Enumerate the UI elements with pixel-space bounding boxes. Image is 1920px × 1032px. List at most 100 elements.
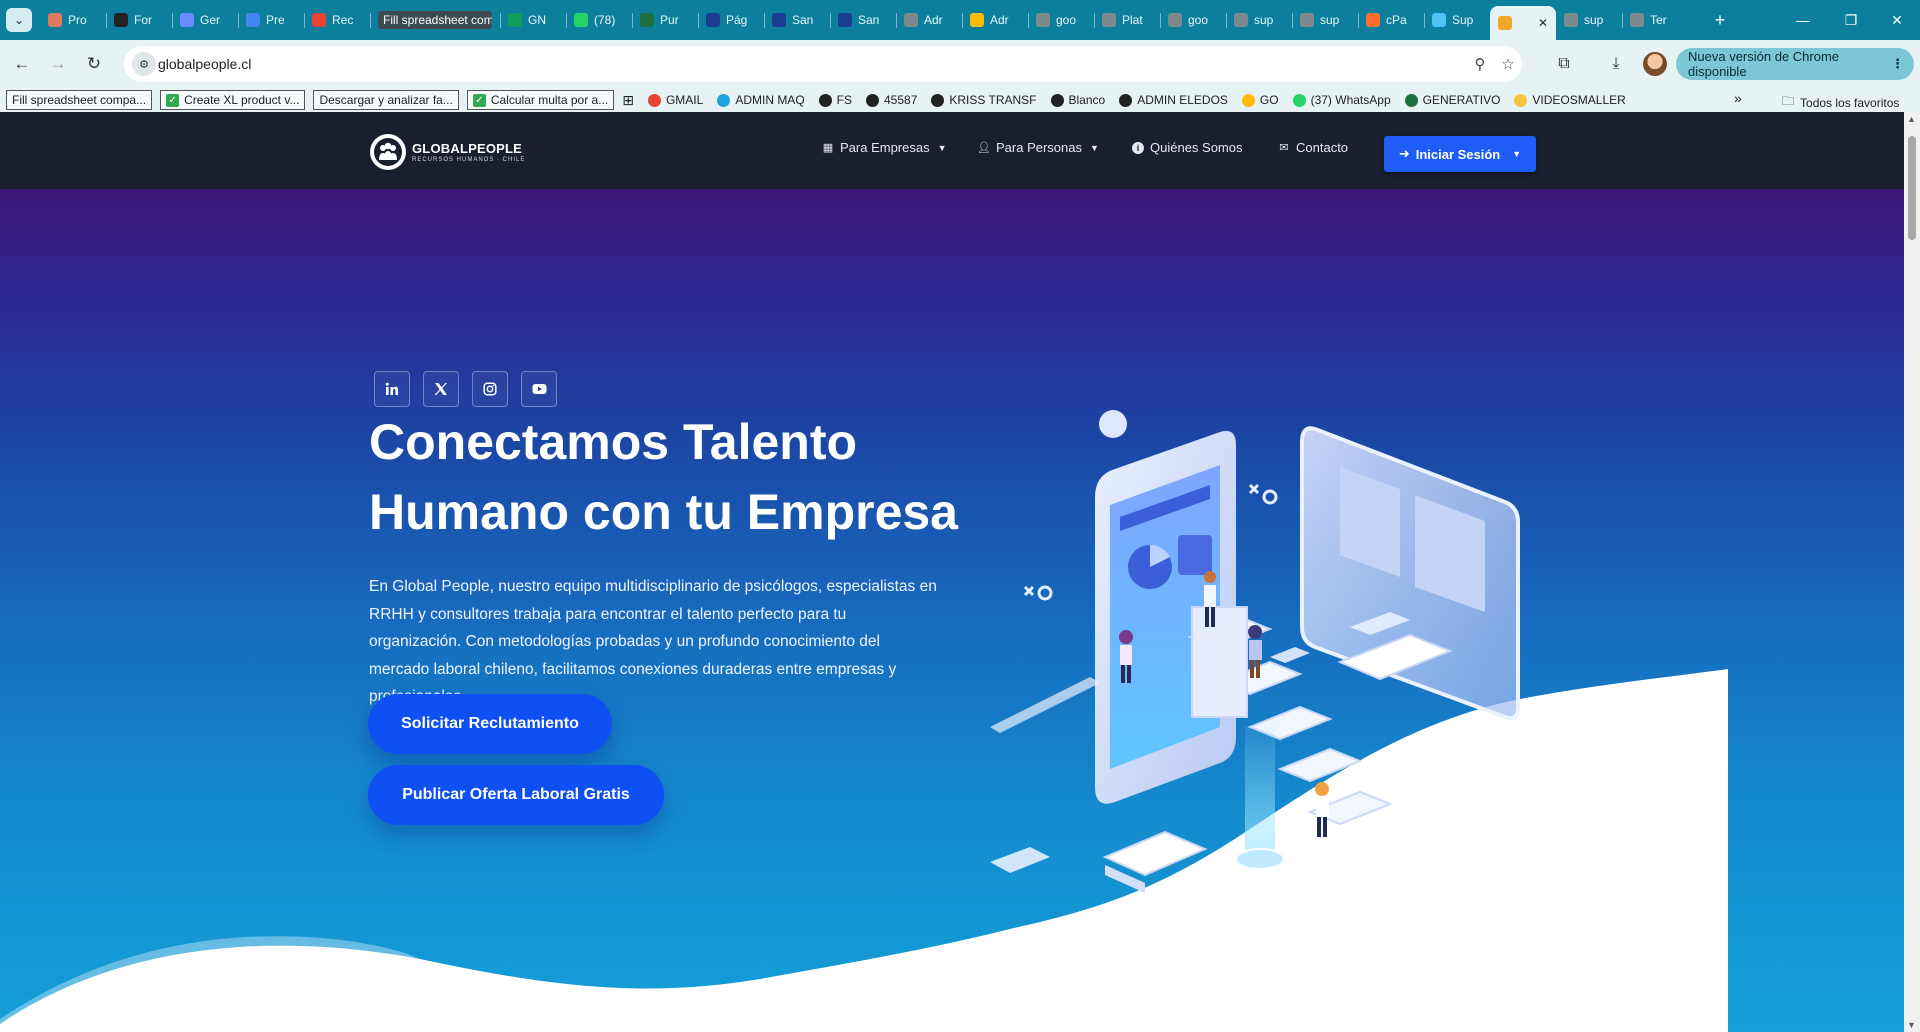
reload-button[interactable]: ↻: [80, 50, 108, 78]
tab-label: For: [134, 13, 152, 27]
tab-label: sup: [1254, 13, 1274, 27]
tab[interactable]: (78): [566, 6, 632, 34]
tab[interactable]: San: [764, 6, 830, 34]
scrollbar-thumb[interactable]: [1908, 136, 1916, 240]
tab[interactable]: Pur: [632, 6, 698, 34]
tab-label: goo: [1188, 13, 1209, 27]
tab[interactable]: Sup: [1424, 6, 1490, 34]
tab[interactable]: Ter: [1622, 6, 1688, 34]
bookmark-item[interactable]: GO: [1241, 90, 1279, 110]
tab-active[interactable]: ✕: [1490, 6, 1556, 40]
bookmark-label: GENERATIVO: [1422, 93, 1501, 107]
tab-label: Ter: [1650, 13, 1667, 27]
bookmark-item[interactable]: ✓ Create XL product v...: [160, 90, 306, 110]
bookmark-star-icon[interactable]: ☆: [1498, 54, 1518, 74]
tab[interactable]: Pág: [698, 6, 764, 34]
bookmark-item[interactable]: 45587: [866, 90, 917, 110]
new-tab-button[interactable]: +: [1706, 8, 1734, 32]
bookmark-item[interactable]: (37) WhatsApp: [1292, 90, 1391, 110]
tab[interactable]: sup: [1226, 6, 1292, 34]
browser-toolbar: ← → ↻ ⚙ globalpeople.cl ⚲ ☆ ⧉ ⤓ Nueva ve…: [0, 40, 1920, 88]
b-icon: [706, 13, 720, 27]
tab[interactable]: Fill spreadsheet comp: [370, 6, 500, 34]
url-text[interactable]: globalpeople.cl: [158, 56, 251, 72]
extensions-icon[interactable]: ⧉: [1552, 52, 1576, 76]
tab-search-button[interactable]: ⌄: [6, 8, 32, 32]
tab[interactable]: goo: [1160, 6, 1226, 34]
info-icon: i: [1132, 141, 1144, 154]
tab-list: Pro For Ger Pre Rec Fill spreadsheet comp GN (7…: [40, 6, 1688, 40]
bookmark-item[interactable]: GMAIL: [647, 90, 703, 110]
scroll-down-icon[interactable]: ▼: [1907, 1020, 1916, 1030]
more-menu-icon[interactable]: ⋮: [1891, 56, 1904, 72]
nav-contacto[interactable]: ✉ Contacto: [1278, 140, 1348, 155]
bookmark-item[interactable]: VIDEOSMALLER: [1514, 90, 1626, 110]
restore-button[interactable]: ❐: [1828, 0, 1874, 40]
bookmark-item[interactable]: Descargar y analizar fa...: [313, 90, 459, 110]
tab-label: (78): [594, 13, 616, 27]
tab[interactable]: goo: [1028, 6, 1094, 34]
bookmarks-overflow-icon[interactable]: »: [1734, 90, 1742, 106]
tab[interactable]: San: [830, 6, 896, 34]
hero-illustration: [990, 410, 1520, 893]
bookmark-item[interactable]: Blanco: [1050, 90, 1105, 110]
close-window-button[interactable]: ✕: [1874, 0, 1920, 40]
tab[interactable]: sup: [1292, 6, 1358, 34]
linkedin-icon[interactable]: [374, 371, 410, 407]
tab[interactable]: For: [106, 6, 172, 34]
post-job-offer-button[interactable]: Publicar Oferta Laboral Gratis: [368, 765, 664, 825]
gmail-icon: [312, 13, 326, 27]
tab[interactable]: Rec: [304, 6, 370, 34]
minimize-button[interactable]: —: [1780, 0, 1826, 40]
apps-grid-icon[interactable]: ⊞: [622, 90, 634, 110]
login-button[interactable]: ➜ Iniciar Sesión ▼: [1384, 136, 1536, 172]
globe-icon: [818, 93, 832, 107]
youtube-icon[interactable]: [521, 371, 557, 407]
tab[interactable]: Pre: [238, 6, 304, 34]
nav-para-empresas[interactable]: ▦ Para Empresas ▼: [822, 140, 947, 155]
bookmark-item[interactable]: KRISS TRANSF: [931, 90, 1037, 110]
request-recruitment-button[interactable]: Solicitar Reclutamiento: [368, 694, 612, 754]
address-bar[interactable]: ⚙ globalpeople.cl ⚲ ☆: [124, 46, 1522, 82]
site-logo[interactable]: GLOBALPEOPLE RECURSOS HUMANOS · CHILE: [370, 134, 525, 170]
tab[interactable]: Adr: [896, 6, 962, 34]
close-icon: ✕: [1891, 11, 1903, 28]
download-icon[interactable]: ⤓: [1604, 52, 1628, 76]
check-icon: ✓: [472, 93, 486, 107]
bookmark-label: GO: [1259, 93, 1279, 107]
zoom-icon[interactable]: ⚲: [1470, 54, 1490, 74]
bookmark-item[interactable]: ADMIN ELEDOS: [1119, 90, 1228, 110]
tab[interactable]: Ger: [172, 6, 238, 34]
profile-avatar[interactable]: [1643, 52, 1667, 76]
chrome-update-button[interactable]: Nueva versión de Chrome disponible ⋮: [1676, 48, 1914, 80]
bookmark-item[interactable]: Fill spreadsheet compa...: [6, 90, 153, 110]
tab[interactable]: Plat: [1094, 6, 1160, 34]
tab[interactable]: Adr: [962, 6, 1028, 34]
all-bookmarks-folder[interactable]: 🗀 Todos los favoritos: [1782, 92, 1899, 113]
tab[interactable]: sup: [1556, 6, 1622, 34]
instagram-icon[interactable]: [472, 371, 508, 407]
tab[interactable]: Pro: [40, 6, 106, 34]
close-tab-icon[interactable]: ✕: [1538, 16, 1548, 30]
tab-label: Sup: [1452, 13, 1474, 27]
nav-para-personas[interactable]: 👤︎ Para Personas ▼: [977, 140, 1099, 155]
bookmark-label: ADMIN ELEDOS: [1137, 93, 1228, 107]
nav-quienes-somos-label: Quiénes Somos: [1150, 140, 1243, 155]
scroll-up-icon[interactable]: ▲: [1907, 114, 1916, 124]
bookmark-item[interactable]: GENERATIVO: [1404, 90, 1501, 110]
back-button[interactable]: ←: [8, 50, 36, 78]
folder-icon: 🗀: [1782, 94, 1795, 108]
bookmark-item[interactable]: ADMIN MAQ: [717, 90, 805, 110]
nav-quienes-somos[interactable]: i Quiénes Somos: [1132, 140, 1243, 155]
page-scrollbar[interactable]: ▲ ▼: [1904, 112, 1920, 1032]
x-icon[interactable]: [423, 371, 459, 407]
building-icon: ▦: [822, 142, 834, 154]
forward-button[interactable]: →: [44, 50, 72, 78]
site-info-icon[interactable]: ⚙: [132, 52, 156, 76]
bookmark-item[interactable]: ✓ Calcular multa por a...: [466, 90, 615, 110]
caret-down-icon: ▼: [1512, 149, 1522, 159]
bookmark-item[interactable]: FS: [818, 90, 852, 110]
tab-label: Plat: [1122, 13, 1143, 27]
tab[interactable]: cPa: [1358, 6, 1424, 34]
tab[interactable]: GN: [500, 6, 566, 34]
